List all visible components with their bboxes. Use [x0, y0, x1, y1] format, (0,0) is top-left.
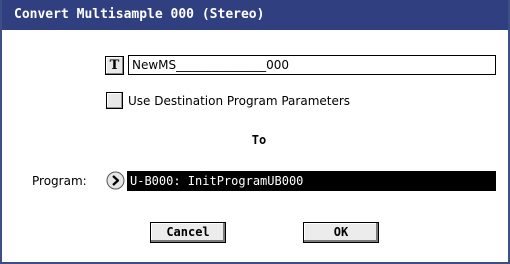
program-label: Program: [32, 174, 87, 188]
program-select-field[interactable]: U-B000: InitProgramUB000 [127, 171, 496, 191]
to-label: To [251, 133, 267, 147]
dialog-title: Convert Multisample 000 (Stereo) [2, 0, 508, 30]
program-select-arrow-icon[interactable] [106, 171, 125, 190]
text-edit-button[interactable]: T [105, 56, 124, 75]
ok-button[interactable]: OK [303, 222, 379, 243]
cancel-button[interactable]: Cancel [150, 222, 226, 243]
convert-multisample-dialog: Convert Multisample 000 (Stereo) T NewMS… [0, 0, 510, 264]
use-destination-params-label: Use Destination Program Parameters [128, 94, 351, 108]
multisample-name-field[interactable]: NewMS_______________000 [128, 55, 496, 75]
use-destination-params-checkbox[interactable] [106, 92, 123, 109]
